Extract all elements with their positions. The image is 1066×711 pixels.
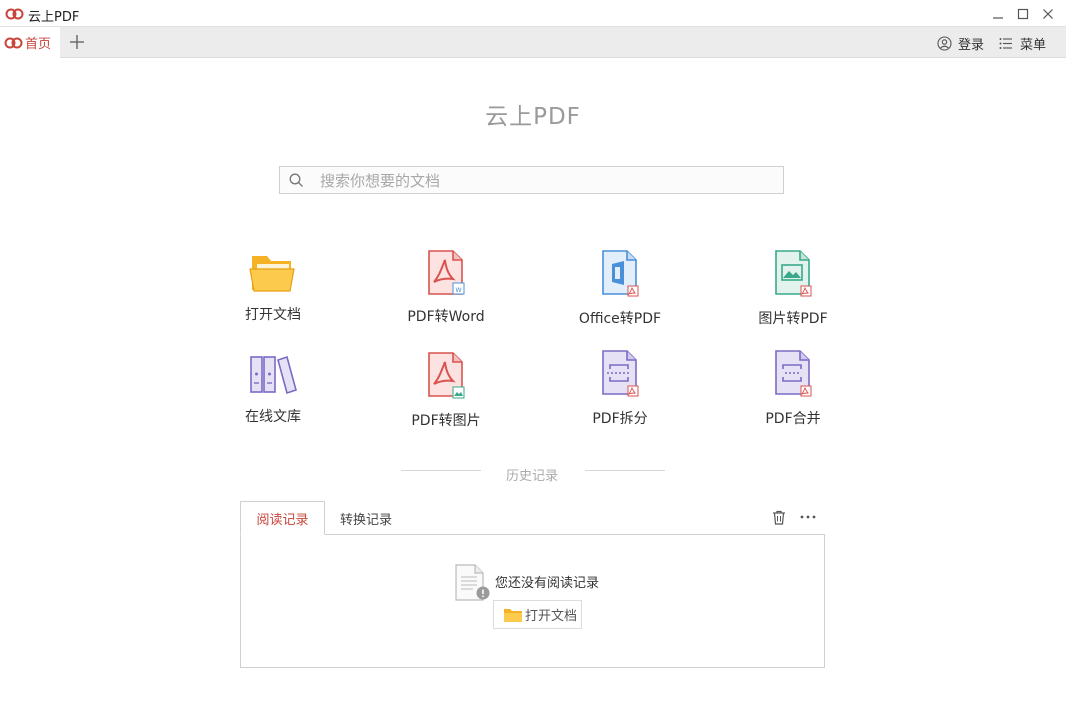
folder-icon (504, 608, 522, 622)
login-label: 登录 (958, 38, 985, 53)
title-bar: 云上PDF (0, 0, 1066, 27)
image-to-pdf-icon (775, 250, 812, 297)
history-title: 历史记录 (505, 469, 558, 484)
tool-online-library[interactable]: 在线文库 (193, 352, 353, 426)
tool-label: Office转PDF (578, 311, 662, 327)
tab-bar: 首页 登录 菜单 (0, 26, 1066, 58)
maximize-icon (1017, 8, 1029, 20)
tool-image-to-pdf[interactable]: 图片转PDF (713, 250, 873, 328)
tool-label: 图片转PDF (758, 311, 828, 327)
tool-open-document[interactable]: 打开文档 (193, 250, 353, 324)
tab-home[interactable]: 首页 (0, 27, 60, 58)
menu-button[interactable]: 菜单 (999, 34, 1046, 53)
more-options-button[interactable] (798, 508, 818, 526)
user-icon (937, 36, 952, 51)
pdf-to-image-icon (428, 352, 465, 399)
login-button[interactable]: 登录 (937, 34, 984, 53)
list-menu-icon (999, 38, 1012, 49)
empty-message: 您还没有阅读记录 (495, 576, 600, 591)
search-icon (289, 173, 303, 187)
tool-pdf-split[interactable]: PDF拆分 (540, 350, 700, 428)
pdf-split-icon (602, 350, 639, 397)
tool-label: 打开文档 (245, 307, 301, 323)
divider-right (585, 470, 665, 471)
new-tab-button[interactable] (66, 31, 88, 53)
empty-document-icon (455, 564, 490, 601)
pdf-to-word-icon: w (428, 250, 465, 295)
menu-label: 菜单 (1020, 38, 1047, 53)
clear-history-button[interactable] (769, 508, 789, 526)
tool-pdf-merge[interactable]: PDF合并 (713, 350, 873, 428)
divider-left (401, 470, 481, 471)
maximize-button[interactable] (1012, 4, 1034, 24)
svg-text:w: w (455, 285, 462, 294)
tab-home-label: 首页 (25, 37, 52, 52)
tool-label: PDF转图片 (411, 413, 481, 429)
tool-label: PDF转Word (407, 309, 485, 325)
tab-convert-history[interactable]: 转换记录 (325, 501, 407, 535)
open-document-button[interactable]: 打开文档 (493, 600, 582, 629)
more-icon (800, 515, 816, 519)
app-logo-icon (4, 37, 23, 48)
tool-pdf-to-image[interactable]: PDF转图片 (366, 352, 526, 430)
tool-label: 在线文库 (245, 409, 301, 425)
window-title: 云上PDF (28, 10, 80, 25)
tool-label: PDF拆分 (592, 411, 648, 427)
online-library-icon (250, 355, 297, 395)
tab-read-history[interactable]: 阅读记录 (240, 501, 325, 535)
search-input[interactable] (318, 170, 762, 192)
close-icon (1043, 9, 1053, 19)
tool-label: PDF合并 (765, 411, 821, 427)
tool-pdf-to-word[interactable]: w PDF转Word (366, 250, 526, 326)
trash-icon (773, 510, 785, 525)
minimize-button[interactable] (987, 4, 1009, 24)
folder-open-icon (249, 256, 295, 292)
app-title: 云上PDF (485, 104, 581, 130)
close-button[interactable] (1037, 4, 1059, 24)
search-box[interactable] (279, 166, 784, 194)
minimize-icon (993, 17, 1003, 19)
pdf-merge-icon (775, 350, 812, 397)
app-logo-icon (5, 8, 24, 20)
tool-office-to-pdf[interactable]: Office转PDF (540, 250, 700, 328)
office-to-pdf-icon (602, 250, 639, 297)
open-document-label: 打开文档 (525, 609, 578, 624)
plus-icon (70, 35, 84, 49)
